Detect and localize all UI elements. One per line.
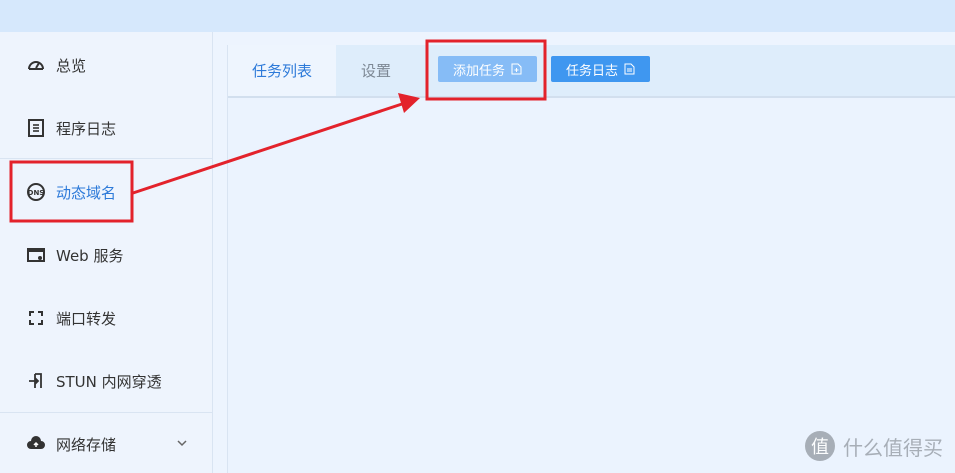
- tab-bar: 任务列表 设置 添加任务 任务日志: [228, 45, 955, 98]
- dashboard-icon: [26, 55, 46, 75]
- sidebar-item-label: 总览: [56, 56, 87, 75]
- sidebar-item-network-storage[interactable]: 网络存储: [0, 424, 213, 464]
- task-log-button[interactable]: 任务日志: [551, 56, 650, 82]
- file-add-icon: [511, 63, 522, 75]
- sidebar-item-label: Web 服务: [56, 246, 124, 265]
- port-forward-icon: [26, 308, 46, 328]
- sidebar-item-port-forward[interactable]: 端口转发: [0, 298, 213, 338]
- stun-icon: [26, 371, 46, 391]
- task-log-label: 任务日志: [565, 63, 618, 79]
- sidebar: 总览 程序日志 DNS 动态域名 Web 服务 端口转发 STUN 内网穿透 网…: [0, 32, 213, 473]
- sidebar-item-label: 动态域名: [56, 183, 117, 202]
- sidebar-divider: [0, 158, 213, 159]
- sidebar-item-stun[interactable]: STUN 内网穿透: [0, 361, 213, 401]
- top-bar: [0, 0, 955, 32]
- web-window-icon: [26, 245, 46, 265]
- sidebar-item-label: 端口转发: [56, 309, 117, 328]
- sidebar-item-ddns[interactable]: DNS 动态域名: [0, 172, 213, 212]
- tab-task-list[interactable]: 任务列表: [228, 45, 336, 96]
- sidebar-item-program-log[interactable]: 程序日志: [0, 108, 213, 148]
- main-panel: 任务列表 设置 添加任务 任务日志: [227, 45, 955, 473]
- sidebar-item-web-service[interactable]: Web 服务: [0, 235, 213, 275]
- file-text-icon: [624, 63, 635, 75]
- sidebar-item-label: 网络存储: [56, 435, 117, 454]
- add-task-button[interactable]: 添加任务: [438, 56, 537, 82]
- watermark-logo-icon: 值: [805, 431, 835, 461]
- tab-settings[interactable]: 设置: [336, 45, 416, 96]
- add-task-label: 添加任务: [452, 63, 505, 79]
- watermark: 值 什么值得买: [805, 431, 943, 461]
- log-document-icon: [26, 118, 46, 138]
- sidebar-item-label: 程序日志: [56, 119, 117, 138]
- watermark-text: 什么值得买: [843, 435, 943, 460]
- sidebar-item-label: STUN 内网穿透: [56, 372, 162, 391]
- cloud-upload-icon: [26, 434, 46, 454]
- dns-icon: DNS: [26, 182, 46, 202]
- sidebar-divider: [0, 412, 213, 413]
- sidebar-item-overview[interactable]: 总览: [0, 45, 213, 85]
- chevron-down-icon: [175, 436, 189, 454]
- svg-text:DNS: DNS: [28, 189, 45, 197]
